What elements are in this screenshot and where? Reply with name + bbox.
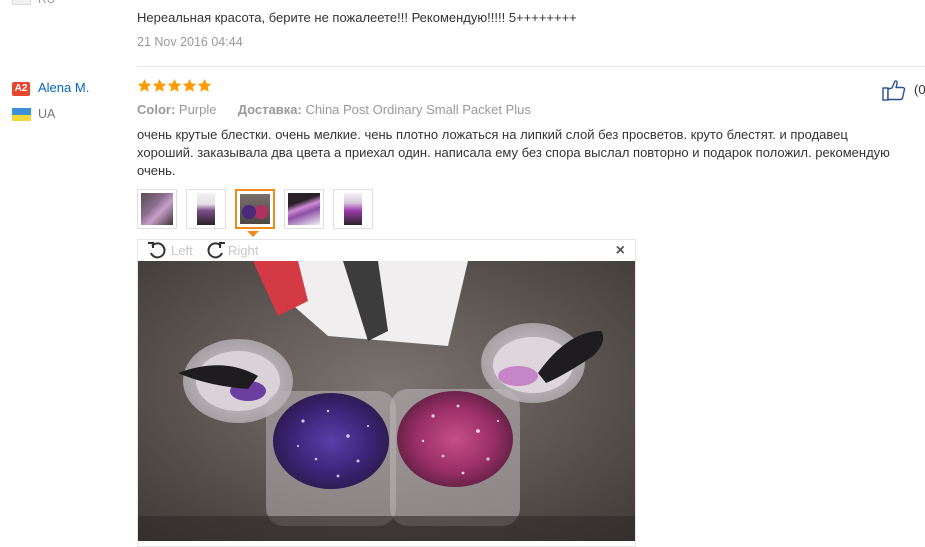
helpful-count: (0 — [914, 82, 925, 97]
reviewer-country-code: UA — [38, 107, 56, 121]
thumbs-up-icon[interactable] — [882, 79, 906, 101]
user-level-badge: A2 — [12, 82, 30, 96]
star-icon — [137, 78, 152, 93]
ukraine-flag-icon — [12, 108, 31, 121]
delivery-value: China Post Ordinary Small Packet Plus — [305, 102, 531, 117]
review-photo — [138, 261, 635, 541]
review-text: очень крутые блестки. очень мелкие. чень… — [137, 126, 925, 180]
rotate-left-label: Left — [171, 242, 193, 258]
rotate-left-button[interactable]: Left — [147, 240, 193, 260]
review-text-line: хороший. заказывала два цвета а приехал … — [137, 145, 890, 160]
review-divider — [137, 66, 925, 67]
photo-thumbnail[interactable] — [333, 189, 373, 229]
rotate-left-icon — [148, 242, 166, 259]
photo-thumbnail[interactable] — [137, 189, 177, 229]
review-text-line: очень крутые блестки. очень мелкие. чень… — [137, 127, 848, 142]
selected-thumbnail-indicator — [247, 231, 259, 237]
previous-country-code: RU — [38, 0, 55, 6]
rotate-right-button[interactable]: Right — [204, 240, 258, 260]
photo-thumbnails — [137, 189, 373, 229]
review-text-line: очень. — [137, 163, 176, 178]
reviewer-name-link[interactable]: Alena M. — [38, 80, 89, 95]
color-label: Color: — [137, 102, 176, 117]
close-icon[interactable]: × — [616, 242, 625, 260]
star-icon — [197, 78, 212, 93]
photo-thumbnail-selected[interactable] — [235, 189, 275, 229]
rating-stars — [137, 78, 212, 93]
rotate-right-icon — [207, 242, 225, 259]
previous-review-text: Нереальная красота, берите не пожалеете!… — [137, 10, 577, 25]
star-icon — [152, 78, 167, 93]
photo-viewer: Left Right × — [137, 239, 636, 547]
order-info: Color: Purple Доставка: China Post Ordin… — [137, 102, 531, 117]
color-value: Purple — [178, 102, 217, 117]
rotate-right-label: Right — [228, 242, 259, 258]
star-icon — [167, 78, 182, 93]
delivery-label: Доставка: — [237, 102, 302, 117]
photo-thumbnail[interactable] — [284, 189, 324, 229]
previous-review-date: 21 Nov 2016 04:44 — [137, 35, 243, 49]
photo-thumbnail[interactable] — [186, 189, 226, 229]
country-flag-icon — [12, 0, 31, 5]
star-icon — [182, 78, 197, 93]
